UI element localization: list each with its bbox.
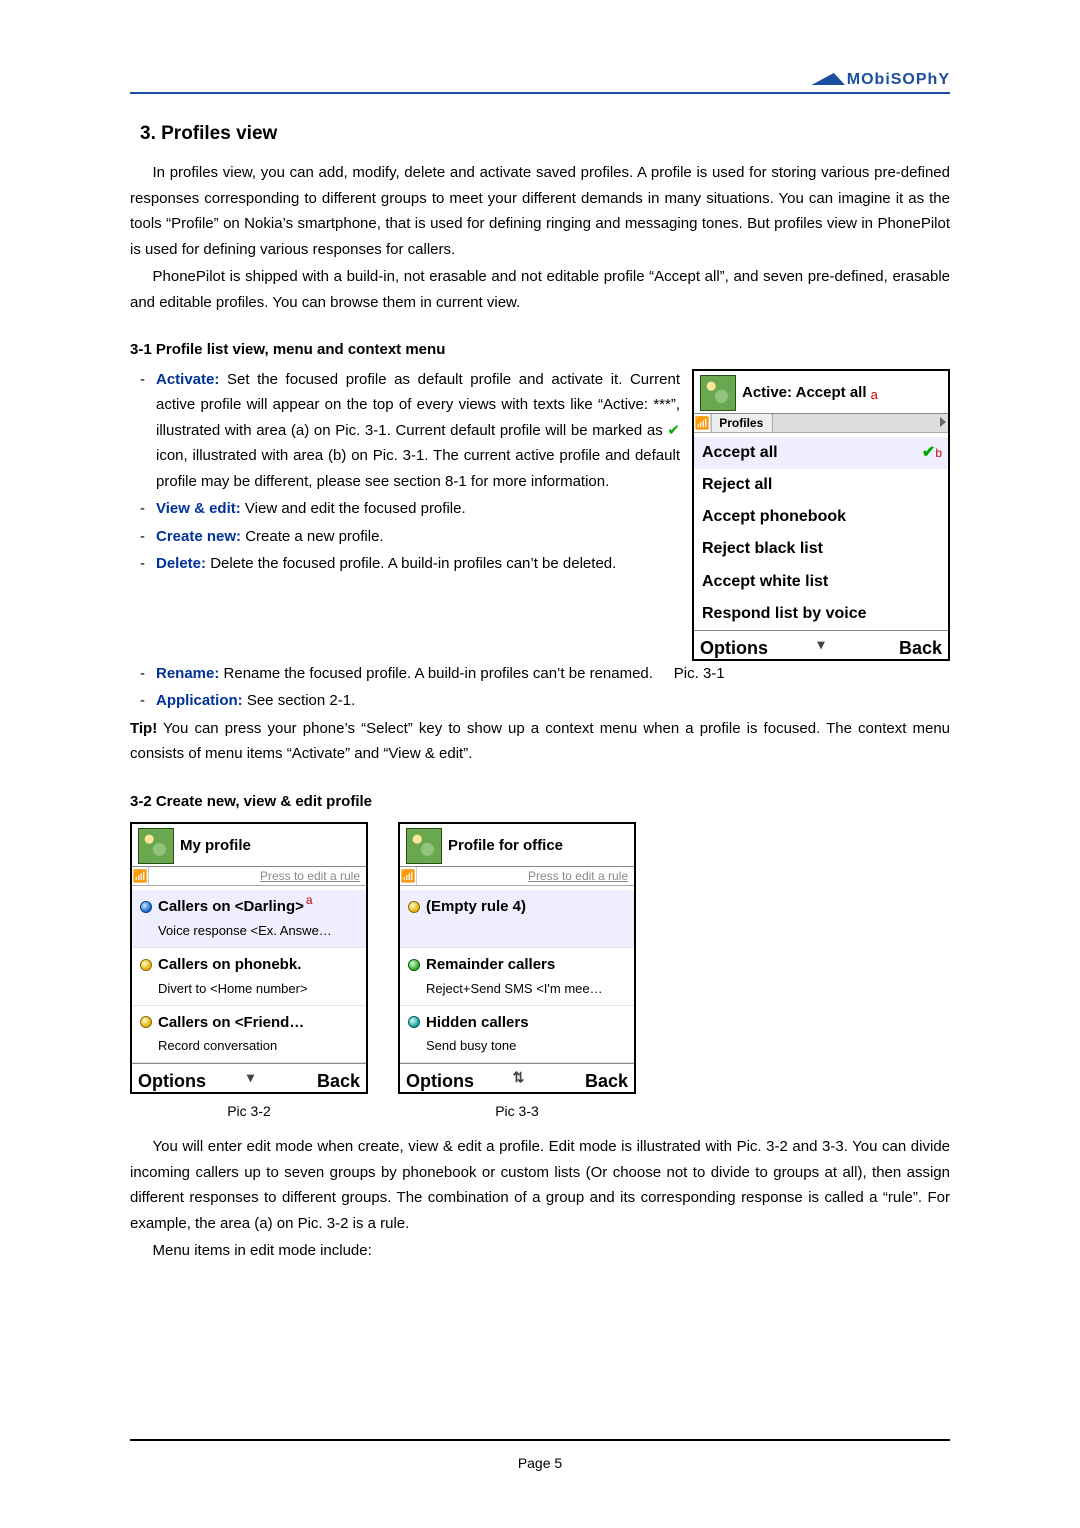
- figure-caption-3-1: Pic. 3-1: [674, 665, 725, 682]
- subheading-3-2: 3-2 Create new, view & edit profile: [130, 789, 950, 815]
- edit-hint: Press to edit a rule: [149, 867, 366, 886]
- area-marker-a: a: [306, 894, 313, 906]
- rule-row[interactable]: Hidden callers Send busy tone: [400, 1006, 634, 1064]
- check-icon: ✔: [667, 422, 680, 439]
- figure-pic-3-3: Profile for office 📶 Press to edit a rul…: [398, 822, 636, 1094]
- rule-detail: Record conversation: [140, 1035, 358, 1057]
- app-icon: [138, 828, 174, 864]
- bullet-icon: [408, 901, 420, 913]
- softkey-back[interactable]: Back: [289, 1064, 366, 1092]
- menu-list-3-1-cont: Rename: Rename the focused profile. A bu…: [130, 661, 950, 714]
- brand-logo: MObiSOPhY: [819, 66, 950, 93]
- rule-detail: Reject+Send SMS <I'm mee…: [408, 978, 626, 1000]
- softkey-up-down-icon[interactable]: ⇅: [480, 1064, 557, 1092]
- rule-row[interactable]: Callers on <Darling>a Voice response <Ex…: [132, 890, 366, 948]
- softkey-down-icon[interactable]: ▾: [779, 631, 864, 659]
- figure-pic-3-1: Active: Accept all a 📶 Profiles Accept a…: [692, 369, 950, 661]
- bullet-icon: [408, 959, 420, 971]
- footer-rule: [130, 1439, 950, 1441]
- profile-row[interactable]: Accept white list: [694, 566, 948, 598]
- softkey-back[interactable]: Back: [557, 1064, 634, 1092]
- menu-label: View & edit:: [156, 500, 241, 517]
- chevron-right-icon[interactable]: [940, 417, 946, 427]
- bullet-icon: [408, 1016, 420, 1028]
- subheading-3-1: 3-1 Profile list view, menu and context …: [130, 337, 950, 363]
- figure-caption-3-2: Pic 3-2: [227, 1100, 271, 1124]
- profile-row[interactable]: Accept phonebook: [694, 501, 948, 533]
- softkey-options[interactable]: Options: [132, 1064, 212, 1092]
- softkey-options[interactable]: Options: [694, 631, 779, 659]
- app-icon: [406, 828, 442, 864]
- profile-list: Accept all ✔b Reject all Accept phoneboo…: [694, 433, 948, 630]
- signal-icon: 📶: [400, 867, 417, 886]
- intro-paragraph-2: PhonePilot is shipped with a build-in, n…: [130, 264, 950, 315]
- softkey-back[interactable]: Back: [863, 631, 948, 659]
- menu-list-3-1: Activate: Set the focused profile as def…: [130, 367, 680, 577]
- bullet-icon: [140, 1016, 152, 1028]
- paragraph-3-2-b: Menu items in edit mode include:: [130, 1238, 950, 1264]
- bullet-icon: [140, 959, 152, 971]
- menu-item-delete: Delete: Delete the focused profile. A bu…: [134, 551, 680, 577]
- rule-detail: Divert to <Home number>: [140, 978, 358, 1000]
- menu-label: Activate:: [156, 371, 219, 388]
- app-icon: [700, 375, 736, 411]
- profile-edit-title: My profile: [180, 837, 360, 855]
- bullet-icon: [140, 901, 152, 913]
- rule-detail: Send busy tone: [408, 1035, 626, 1057]
- rule-detail: [408, 920, 626, 942]
- rule-row[interactable]: Callers on phonebk. Divert to <Home numb…: [132, 948, 366, 1006]
- signal-icon: 📶: [132, 867, 149, 886]
- intro-paragraph-1: In profiles view, you can add, modify, d…: [130, 160, 950, 262]
- menu-label: Delete:: [156, 555, 206, 572]
- page-number: Page 5: [0, 1452, 1080, 1476]
- area-marker-a: a: [871, 387, 878, 402]
- paragraph-3-2-a: You will enter edit mode when create, vi…: [130, 1134, 950, 1236]
- rule-row[interactable]: (Empty rule 4): [400, 890, 634, 948]
- rule-row[interactable]: Callers on <Friend… Record conversation: [132, 1006, 366, 1064]
- figure-caption-3-3: Pic 3-3: [495, 1100, 539, 1124]
- default-check-icon: ✔b: [922, 439, 942, 466]
- section-heading: 3. Profiles view: [140, 118, 950, 150]
- tabs-scroll-area[interactable]: [772, 414, 949, 432]
- active-profile-header: Active: Accept all a: [742, 384, 942, 403]
- softkey-options[interactable]: Options: [400, 1064, 480, 1092]
- rule-detail: Voice response <Ex. Answe…: [140, 920, 358, 942]
- menu-label: Create new:: [156, 528, 241, 545]
- tip-paragraph: Tip! You can press your phone’s “Select”…: [130, 716, 950, 767]
- rule-row[interactable]: Remainder callers Reject+Send SMS <I'm m…: [400, 948, 634, 1006]
- profile-row-accept-all[interactable]: Accept all ✔b: [694, 437, 948, 469]
- menu-item-view-edit: View & edit: View and edit the focused p…: [134, 496, 680, 522]
- tip-label: Tip!: [130, 720, 157, 737]
- profiles-tab[interactable]: Profiles: [711, 414, 772, 432]
- menu-label: Rename:: [156, 665, 219, 682]
- menu-item-application: Application: See section 2-1.: [134, 688, 950, 714]
- figure-pic-3-2: My profile 📶 Press to edit a rule Caller…: [130, 822, 368, 1094]
- edit-hint: Press to edit a rule: [417, 867, 634, 886]
- softkey-down-icon[interactable]: ▾: [212, 1064, 289, 1092]
- profile-row[interactable]: Respond list by voice: [694, 598, 948, 630]
- profile-edit-title: Profile for office: [448, 837, 628, 855]
- menu-item-activate: Activate: Set the focused profile as def…: [134, 367, 680, 495]
- menu-item-rename: Rename: Rename the focused profile. A bu…: [134, 661, 950, 687]
- menu-label: Application:: [156, 692, 243, 709]
- profile-row[interactable]: Reject all: [694, 469, 948, 501]
- area-marker-b: b: [935, 446, 942, 460]
- signal-icon: 📶: [694, 414, 711, 433]
- profile-row[interactable]: Reject black list: [694, 533, 948, 565]
- menu-item-create-new: Create new: Create a new profile.: [134, 524, 680, 550]
